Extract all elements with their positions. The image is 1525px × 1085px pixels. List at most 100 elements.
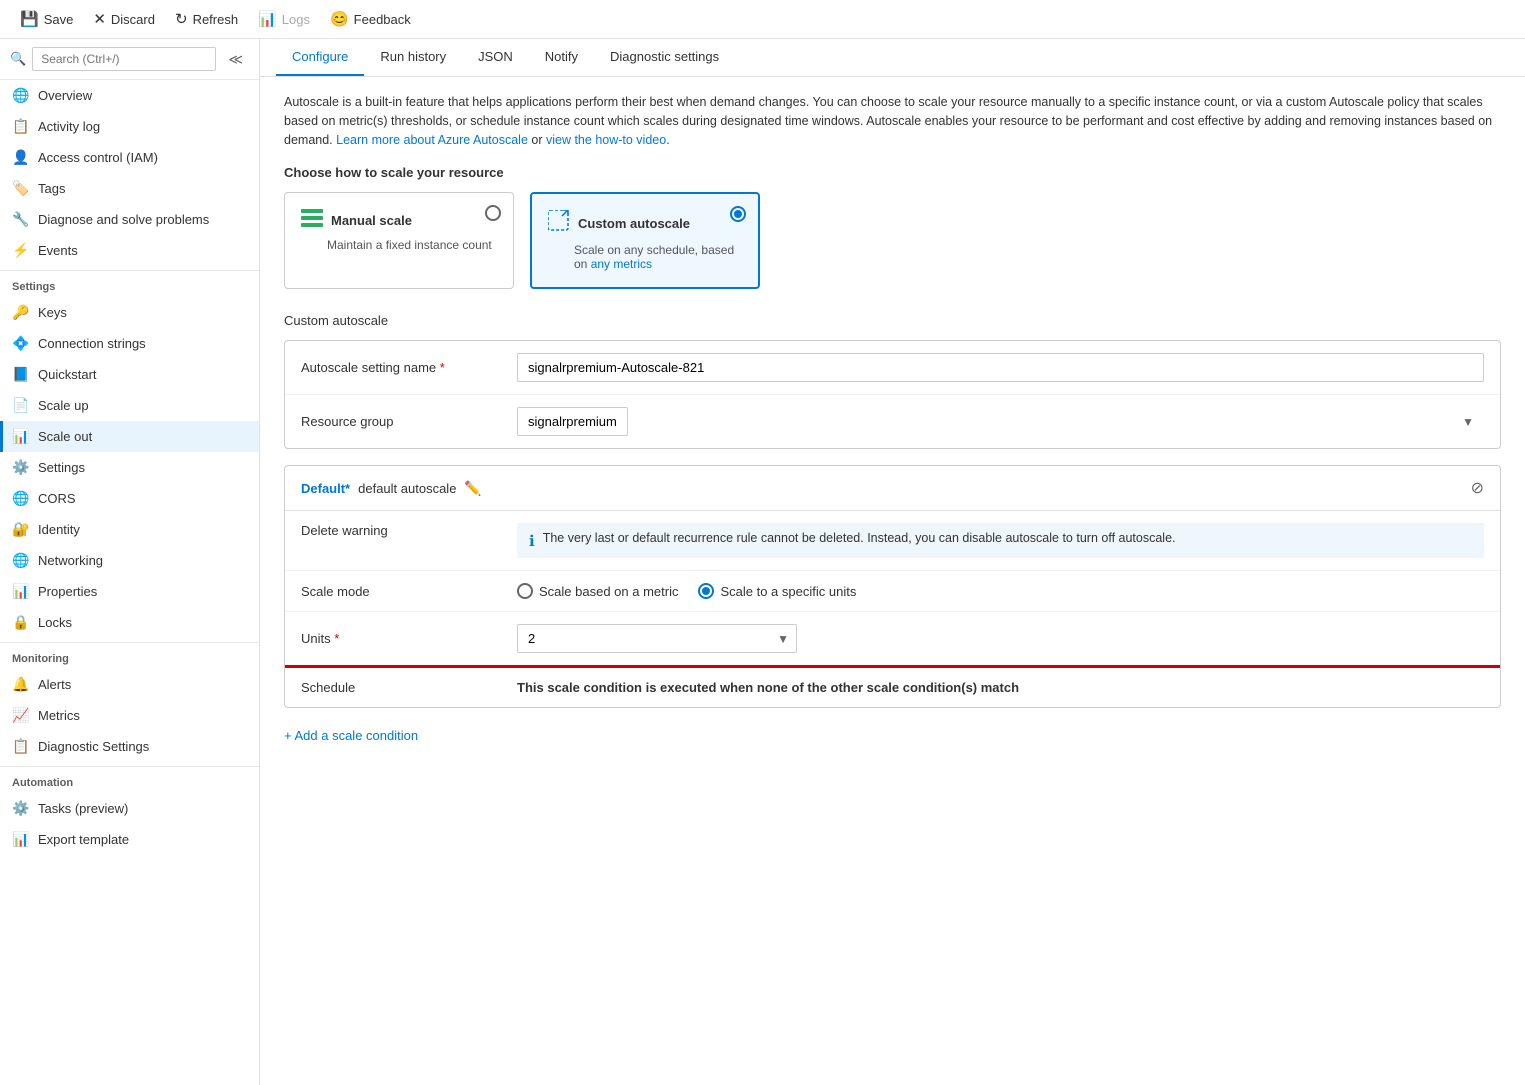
overview-icon: 🌐 xyxy=(12,87,30,104)
autoscale-name-input[interactable] xyxy=(517,353,1484,382)
feedback-button[interactable]: 😊 Feedback xyxy=(322,6,419,32)
scale-metric-option[interactable]: Scale based on a metric xyxy=(517,583,678,599)
delete-icon[interactable]: ⊘ xyxy=(1471,478,1484,498)
any-metrics-link[interactable]: any metrics xyxy=(591,257,652,271)
scale-units-radio[interactable] xyxy=(698,583,714,599)
sidebar-item-connection-strings[interactable]: 💠 Connection strings xyxy=(0,328,259,359)
sidebar-item-scale-out[interactable]: 📊 Scale out xyxy=(0,421,259,452)
main-layout: 🔍 ≪ 🌐 Overview 📋 Activity log 👤 Access c… xyxy=(0,39,1525,1085)
events-icon: ⚡ xyxy=(12,242,30,259)
sidebar-item-access-control[interactable]: 👤 Access control (IAM) xyxy=(0,142,259,173)
sidebar-item-locks[interactable]: 🔒 Locks xyxy=(0,607,259,638)
metrics-icon: 📈 xyxy=(12,707,30,724)
feedback-icon: 😊 xyxy=(330,10,349,28)
required-marker: * xyxy=(440,360,445,375)
logs-button[interactable]: 📊 Logs xyxy=(250,6,318,32)
networking-icon: 🌐 xyxy=(12,552,30,569)
tab-json[interactable]: JSON xyxy=(462,39,529,76)
tab-run-history[interactable]: Run history xyxy=(364,39,462,76)
sidebar-item-diagnose[interactable]: 🔧 Diagnose and solve problems xyxy=(0,204,259,235)
sidebar-item-scale-up[interactable]: 📄 Scale up xyxy=(0,390,259,421)
units-required-marker: * xyxy=(334,631,339,646)
manual-scale-radio[interactable] xyxy=(485,205,501,221)
how-to-video-link[interactable]: view the how-to video xyxy=(546,133,666,147)
sidebar-item-properties[interactable]: 📊 Properties xyxy=(0,576,259,607)
automation-section-header: Automation xyxy=(0,766,259,793)
sidebar-item-quickstart[interactable]: 📘 Quickstart xyxy=(0,359,259,390)
settings-section-header: Settings xyxy=(0,270,259,297)
autoscale-label: Custom autoscale xyxy=(284,313,1501,328)
delete-warning-box: ℹ The very last or default recurrence ru… xyxy=(517,523,1484,558)
locks-icon: 🔒 xyxy=(12,614,30,631)
sidebar-item-tags[interactable]: 🏷️ Tags xyxy=(0,173,259,204)
sidebar-search-area: 🔍 ≪ xyxy=(0,39,259,80)
custom-autoscale-icon xyxy=(548,210,570,237)
sidebar-item-metrics[interactable]: 📈 Metrics xyxy=(0,700,259,731)
scale-up-icon: 📄 xyxy=(12,397,30,414)
manual-scale-desc: Maintain a fixed instance count xyxy=(327,238,497,252)
units-select[interactable]: 2 1 3 4 xyxy=(517,624,797,653)
default-header-left: Default* default autoscale ✏️ xyxy=(301,480,482,497)
tab-diagnostic-settings[interactable]: Diagnostic settings xyxy=(594,39,735,76)
schedule-label: Schedule xyxy=(301,680,501,695)
tab-notify[interactable]: Notify xyxy=(529,39,594,76)
units-label: Units * xyxy=(301,631,501,646)
connection-strings-icon: 💠 xyxy=(12,335,30,352)
sidebar-item-overview[interactable]: 🌐 Overview xyxy=(0,80,259,111)
autoscale-name-row: Autoscale setting name * xyxy=(285,341,1500,395)
scale-out-icon: 📊 xyxy=(12,428,30,445)
settings-icon: ⚙️ xyxy=(12,459,30,476)
save-button[interactable]: 💾 Save xyxy=(12,6,81,32)
manual-scale-title: Manual scale xyxy=(331,213,412,228)
units-select-wrapper: 2 1 3 4 ▼ xyxy=(517,624,797,653)
manual-scale-icon xyxy=(301,209,323,232)
autoscale-form-section: Autoscale setting name * Resource group … xyxy=(284,340,1501,449)
identity-icon: 🔐 xyxy=(12,521,30,538)
tab-configure[interactable]: Configure xyxy=(276,39,364,76)
sidebar-item-identity[interactable]: 🔐 Identity xyxy=(0,514,259,545)
sidebar-item-activity-log[interactable]: 📋 Activity log xyxy=(0,111,259,142)
content-area: Configure Run history JSON Notify Diagno… xyxy=(260,39,1525,1085)
sidebar-item-alerts[interactable]: 🔔 Alerts xyxy=(0,669,259,700)
manual-scale-card[interactable]: Manual scale Maintain a fixed instance c… xyxy=(284,192,514,289)
sidebar-item-settings[interactable]: ⚙️ Settings xyxy=(0,452,259,483)
refresh-button[interactable]: ↻ Refresh xyxy=(167,6,246,32)
resource-group-select-wrapper: signalrpremium ▼ xyxy=(517,407,1484,436)
sidebar-item-export-template[interactable]: 📊 Export template xyxy=(0,824,259,855)
edit-icon[interactable]: ✏️ xyxy=(464,480,481,497)
description-text: Autoscale is a built-in feature that hel… xyxy=(284,93,1501,149)
add-condition-label: + Add a scale condition xyxy=(284,728,418,743)
search-icon: 🔍 xyxy=(10,51,26,67)
scale-metric-label: Scale based on a metric xyxy=(539,584,678,599)
default-header: Default* default autoscale ✏️ ⊘ xyxy=(285,466,1500,511)
add-scale-condition-button[interactable]: + Add a scale condition xyxy=(284,724,1501,747)
delete-warning-text: The very last or default recurrence rule… xyxy=(543,531,1176,545)
learn-more-link[interactable]: Learn more about Azure Autoscale xyxy=(336,133,528,147)
tags-icon: 🏷️ xyxy=(12,180,30,197)
scale-metric-radio[interactable] xyxy=(517,583,533,599)
manual-scale-header: Manual scale xyxy=(301,209,497,232)
diagnose-icon: 🔧 xyxy=(12,211,30,228)
sidebar-item-diagnostic-settings[interactable]: 📋 Diagnostic Settings xyxy=(0,731,259,762)
alerts-icon: 🔔 xyxy=(12,676,30,693)
sidebar-item-tasks[interactable]: ⚙️ Tasks (preview) xyxy=(0,793,259,824)
search-input[interactable] xyxy=(32,47,216,71)
custom-autoscale-radio[interactable] xyxy=(730,206,746,222)
sidebar-item-events[interactable]: ⚡ Events xyxy=(0,235,259,266)
sidebar-item-networking[interactable]: 🌐 Networking xyxy=(0,545,259,576)
discard-button[interactable]: ✕ Discard xyxy=(85,6,163,32)
custom-autoscale-desc: Scale on any schedule, based on any metr… xyxy=(574,243,742,271)
tabs: Configure Run history JSON Notify Diagno… xyxy=(260,39,1525,77)
access-control-icon: 👤 xyxy=(12,149,30,166)
tasks-icon: ⚙️ xyxy=(12,800,30,817)
resource-group-select[interactable]: signalrpremium xyxy=(517,407,628,436)
sidebar-item-cors[interactable]: 🌐 CORS xyxy=(0,483,259,514)
export-template-icon: 📊 xyxy=(12,831,30,848)
sidebar: 🔍 ≪ 🌐 Overview 📋 Activity log 👤 Access c… xyxy=(0,39,260,1085)
custom-autoscale-card[interactable]: Custom autoscale Scale on any schedule, … xyxy=(530,192,760,289)
scale-units-label: Scale to a specific units xyxy=(720,584,856,599)
collapse-button[interactable]: ≪ xyxy=(222,49,249,70)
resource-group-label: Resource group xyxy=(301,414,501,429)
scale-units-option[interactable]: Scale to a specific units xyxy=(698,583,856,599)
sidebar-item-keys[interactable]: 🔑 Keys xyxy=(0,297,259,328)
